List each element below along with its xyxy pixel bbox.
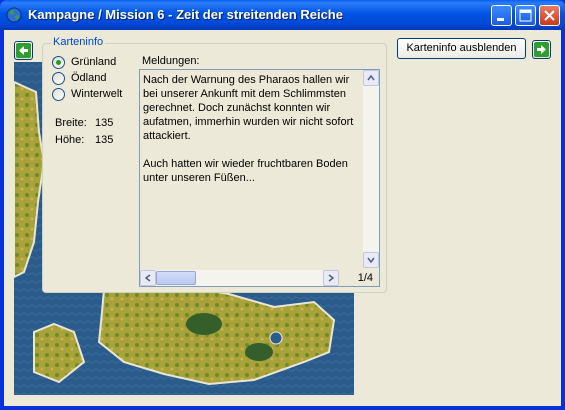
close-icon [544,10,555,21]
messages-heading: Meldungen: [142,55,200,67]
chevron-down-icon [367,257,375,264]
app-window: Kampagne / Mission 6 - Zeit der streiten… [0,0,565,410]
window-title: Kampagne / Mission 6 - Zeit der streiten… [28,7,343,22]
height-value: 135 [95,134,114,146]
back-button[interactable] [14,41,33,60]
radio-selected-dot [56,60,61,65]
scroll-up-button[interactable] [363,70,379,86]
terrain-option-label: Winterwelt [71,88,123,100]
minimize-button[interactable] [491,5,512,26]
messages-text: Nach der Warnung des Pharaos hallen wir … [143,73,361,199]
scroll-left-button[interactable] [140,270,156,286]
maximize-icon [519,9,532,22]
chevron-up-icon [367,74,375,81]
radio-button[interactable] [52,72,65,85]
minimize-icon [497,18,504,21]
scroll-down-button[interactable] [363,252,379,268]
messages-box[interactable]: Nach der Warnung des Pharaos hallen wir … [139,69,380,287]
karteninfo-title: Karteninfo [51,36,106,48]
width-value: 135 [95,117,114,129]
arrow-left-icon [16,43,31,58]
terrain-option-label: Ödland [71,72,107,84]
chevron-right-icon [328,274,335,282]
maximize-button[interactable] [515,5,536,26]
karteninfo-panel: Karteninfo Grünland Ödland Winterwelt Br… [42,36,387,293]
globe-icon [6,7,22,23]
height-label: Höhe: [55,134,85,146]
vertical-scrollbar[interactable] [363,70,379,268]
page-indicator: 1/4 [357,272,373,284]
arrow-right-icon [534,42,549,57]
message-paragraph: Auch hatten wir wieder fruchtbaren Boden… [143,158,348,184]
width-label: Breite: [55,117,87,129]
terrain-option-label: Grünland [71,56,117,68]
horizontal-scrollbar[interactable] [140,270,339,286]
scroll-thumb[interactable] [156,271,196,285]
close-button[interactable] [539,5,560,26]
title-bar[interactable]: Kampagne / Mission 6 - Zeit der streiten… [0,0,565,30]
forward-button[interactable] [532,40,551,59]
radio-button[interactable] [52,88,65,101]
message-paragraph: Nach der Warnung des Pharaos hallen wir … [143,74,354,142]
dialog-client: Karteninfo ausblenden Karteninfo Grünlan… [4,30,561,406]
radio-button[interactable] [52,56,65,69]
hide-mapinfo-button[interactable]: Karteninfo ausblenden [397,38,526,59]
scroll-right-button[interactable] [323,270,339,286]
chevron-left-icon [144,274,151,282]
